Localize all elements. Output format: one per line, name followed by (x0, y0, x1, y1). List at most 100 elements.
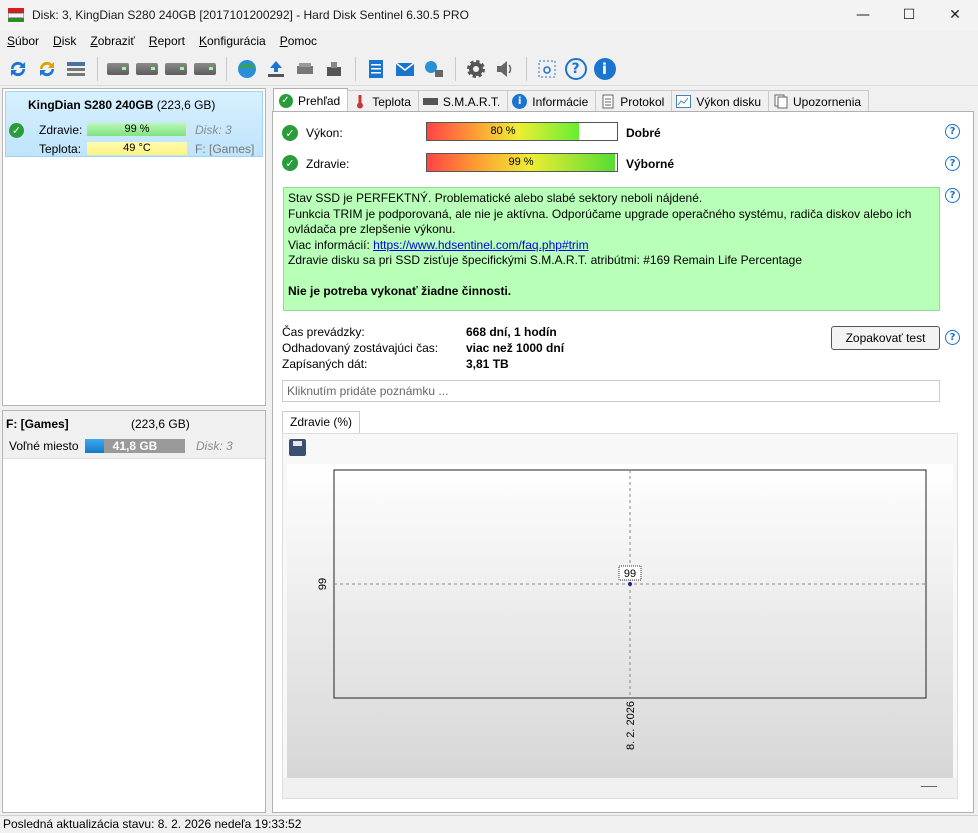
check-circle-icon: ✓ (9, 123, 24, 138)
retest-help-icon[interactable]: ? (945, 330, 960, 345)
menu-konfiguracia[interactable]: Konfigurácia (192, 34, 273, 48)
smart-icon (422, 94, 438, 109)
note-field[interactable]: Kliknutím pridáte poznámku ... (282, 380, 940, 402)
tab-teplota[interactable]: Teplota (347, 90, 419, 112)
upload-icon[interactable] (262, 55, 289, 83)
notepad-icon[interactable] (362, 55, 389, 83)
status-line-1: Stav SSD je PERFEKTNÝ. Problematické ale… (288, 191, 703, 205)
performance-label: Výkon: (306, 126, 343, 140)
overview-panel: ✓ Výkon: 80 % Dobré ? ✓ Zdravie: 99 % Vý… (272, 111, 974, 813)
tab-informacie[interactable]: i Informácie (507, 90, 597, 112)
window-title: Disk: 3, KingDian S280 240GB [2017101200… (32, 8, 469, 22)
menu-disk[interactable]: Disk (46, 34, 83, 48)
disk-check-icon[interactable] (162, 55, 189, 83)
refresh-all-icon[interactable] (33, 55, 60, 83)
status-help-icon[interactable]: ? (945, 188, 960, 203)
status-line-2: Funkcia TRIM je podporovaná, ale nie je … (288, 206, 912, 237)
alerts-icon (773, 94, 788, 109)
health-label: Zdravie: (39, 123, 83, 137)
chart-svg: 99 8. 2. 2026 99 (317, 469, 927, 750)
health-verdict: Výborné (626, 157, 675, 171)
tab-vykon-disku[interactable]: Výkon disku (671, 90, 770, 112)
written-value: 3,81 TB (466, 357, 509, 371)
status-message-box: Stav SSD je PERFEKTNÝ. Problematické ale… (283, 187, 940, 311)
network-icon[interactable] (420, 55, 447, 83)
partition-disk-label: Disk: 3 (196, 439, 233, 453)
thermometer-icon (352, 94, 367, 109)
faq-link[interactable]: https://www.hdsentinel.com/faq.php#trim (373, 238, 588, 252)
action-line: Nie je potreba vykonať žiadne činnosti. (288, 283, 512, 298)
menu-zobrazit[interactable]: Zobraziť (83, 34, 142, 48)
y-tick-label: 99 (317, 578, 329, 590)
tab-upozornenia[interactable]: Upozornenia (768, 90, 870, 112)
health-check-icon: ✓ (282, 155, 298, 171)
chart-tab-health[interactable]: Zdravie (%) (282, 411, 361, 433)
menu-bar: Súbor Disk Zobraziť Report Konfigurácia … (0, 30, 978, 52)
disk-icon[interactable] (104, 55, 131, 83)
performance-verdict: Dobré (626, 126, 661, 140)
refresh-icon[interactable] (4, 55, 31, 83)
disk-search-icon[interactable] (191, 55, 218, 83)
uptime-value: 668 dní, 1 hodín (466, 325, 557, 339)
temperature-mini-bar: 49 °C (87, 142, 187, 155)
free-space-label: Voľné miesto (9, 439, 79, 453)
title-bar: Disk: 3, KingDian S280 240GB [2017101200… (0, 0, 978, 30)
health-bar: 99 % (426, 153, 618, 172)
more-info-line: Viac informácií: https://www.hdsentinel.… (288, 237, 589, 252)
partition-capacity: (223,6 GB) (131, 417, 190, 431)
health-label-main: Zdravie: (306, 157, 350, 171)
disk-list-panel: KingDian S280 240GB (223,6 GB) ✓ Zdravie… (2, 88, 266, 406)
performance-chart-icon (676, 94, 692, 109)
uptime-label: Čas prevádzky: (282, 325, 365, 339)
toolbar: ? i (0, 52, 978, 86)
written-label: Zapísaných dát: (282, 357, 368, 371)
tab-strip: ✓ Prehľad Teplota S.M.A.R.T. i Informáci… (273, 88, 870, 112)
menu-pomoc[interactable]: Pomoc (273, 34, 324, 48)
tab-prehlad[interactable]: ✓ Prehľad (273, 88, 349, 112)
health-help-icon[interactable]: ? (945, 156, 960, 171)
data-point (628, 582, 632, 586)
info-icon[interactable]: i (591, 55, 618, 83)
maximize-button[interactable]: ☐ (886, 0, 932, 30)
performance-help-icon[interactable]: ? (945, 124, 960, 139)
health-mini-bar: 99 % (87, 123, 187, 136)
screenshot-icon[interactable] (533, 55, 560, 83)
disk-entry-selected[interactable]: KingDian S280 240GB (223,6 GB) ✓ Zdravie… (5, 91, 263, 157)
menu-report[interactable]: Report (142, 34, 192, 48)
temperature-label: Teplota: (39, 142, 82, 156)
chart-horizontal-scrollbar[interactable] (283, 778, 957, 798)
data-label: 99 (624, 568, 636, 580)
performance-bar: 80 % (426, 122, 618, 141)
minimize-button[interactable]: — (840, 0, 886, 30)
mail-icon[interactable] (391, 55, 418, 83)
x-tick-label: 8. 2. 2026 (625, 701, 637, 750)
disk-schedule-icon[interactable] (133, 55, 160, 83)
status-bar: Posledná aktualizácia stavu: 8. 2. 2026 … (0, 815, 978, 833)
drive-icon[interactable] (291, 55, 318, 83)
tab-smart[interactable]: S.M.A.R.T. (417, 90, 509, 112)
menu-subor[interactable]: Súbor (0, 34, 46, 48)
help-icon[interactable]: ? (562, 55, 589, 83)
smart-attribute-line: Zdravie disku sa pri SSD zisťuje špecifi… (288, 253, 803, 267)
check-circle-icon: ✓ (278, 93, 293, 108)
partition-entry[interactable]: F: [Games] (223,6 GB) Voľné miesto 41,8 … (3, 411, 265, 459)
log-icon (600, 94, 615, 109)
free-space-bar: 41,8 GB (85, 439, 185, 453)
speaker-icon[interactable] (491, 55, 518, 83)
health-chart: 99 8. 2. 2026 99 (282, 433, 958, 799)
remaining-value: viac než 1000 dní (466, 341, 565, 355)
tab-protokol[interactable]: Protokol (595, 90, 673, 112)
globe-icon[interactable] (233, 55, 260, 83)
close-button[interactable]: ✕ (932, 0, 978, 30)
disk-list-icon[interactable] (62, 55, 89, 83)
partition-list-panel: F: [Games] (223,6 GB) Voľné miesto 41,8 … (2, 410, 266, 813)
usb-drive-icon[interactable] (320, 55, 347, 83)
info-icon: i (512, 94, 528, 109)
app-icon (8, 8, 24, 22)
disk-name: KingDian S280 240GB (223,6 GB) (28, 98, 216, 112)
disk-number-label: Disk: 3 (195, 123, 232, 137)
remaining-label: Odhadovaný zostávajúci čas: (282, 341, 439, 355)
partition-ref-label: F: [Games] (195, 142, 255, 156)
retest-button[interactable]: Zopakovať test (831, 326, 940, 350)
settings-icon[interactable] (462, 55, 489, 83)
